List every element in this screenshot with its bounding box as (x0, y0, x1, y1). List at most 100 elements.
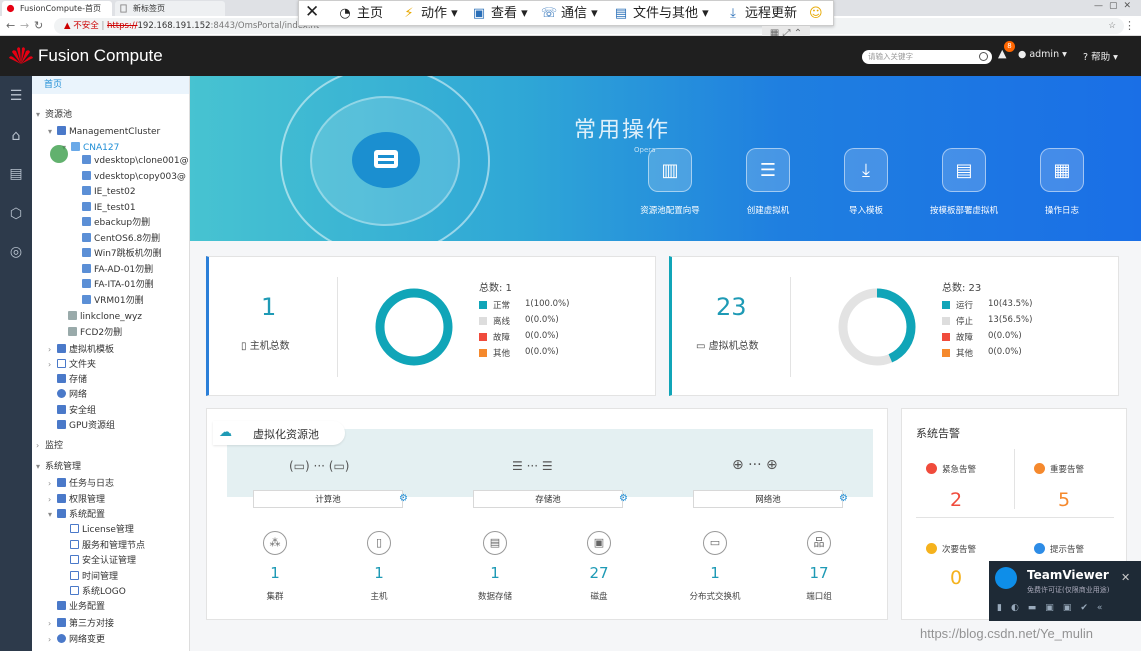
tree-gpu[interactable]: GPU资源组 (57, 419, 115, 434)
host-icon[interactable]: ▯ (367, 531, 391, 555)
compute-pool-tag[interactable]: 计算池 (253, 490, 403, 508)
tree-vm-item[interactable]: ebackup勿删 (82, 216, 150, 231)
datastore-icon[interactable]: ▤ (483, 531, 507, 555)
tree-task-log[interactable]: › 任务与日志 (48, 476, 114, 491)
action-deploy-from-template[interactable]: ▤ 按模板部署虚拟机 (919, 148, 1009, 216)
portgroup-icon[interactable]: 品 (807, 531, 831, 555)
legend-swatch (942, 317, 950, 325)
info-alarm-label[interactable]: 提示告警 (1034, 543, 1084, 555)
files-button[interactable]: ▤ 文件与其他 ▾ (611, 5, 709, 23)
star-icon[interactable]: ☆ (1108, 18, 1116, 34)
cube-icon[interactable]: ⬡ (6, 204, 26, 224)
tree-config-item[interactable]: 安全认证管理 (70, 554, 136, 569)
gear-icon[interactable]: ⚙ (399, 493, 408, 504)
tree-linked-clone[interactable]: linkclone_wyz (68, 310, 142, 325)
app-logo: Fusion Compute (8, 45, 163, 66)
home-icon[interactable]: ⌂ (6, 126, 26, 146)
minor-alarm-count[interactable]: 0 (950, 567, 962, 589)
action-button[interactable]: ⚡ 动作 ▾ (399, 5, 457, 23)
tree-vm-item[interactable]: IE_test01 (82, 201, 136, 216)
tree-monitor[interactable]: › 监控 (36, 438, 63, 453)
tree-config-item[interactable]: 系统LOGO (70, 585, 126, 600)
major-alarm-label[interactable]: 重要告警 (1034, 463, 1084, 475)
pool-item-count[interactable]: 17 (799, 564, 839, 582)
search-icon[interactable] (979, 52, 988, 61)
tree-vm-item[interactable]: CentOS6.8勿删 (82, 232, 160, 247)
tree-vm-item[interactable]: FA-ITA-01勿删 (82, 278, 154, 293)
critical-alarm-label[interactable]: 紧急告警 (926, 463, 976, 475)
tree-config-item[interactable]: 服务和管理节点 (70, 539, 145, 554)
teamviewer-license: 免费许可证(仅限商业用途) (1027, 586, 1110, 594)
tree-config-item[interactable]: 时间管理 (70, 570, 118, 585)
tree-folder[interactable]: › 文件夹 (48, 357, 96, 372)
tree-config-item[interactable]: License管理 (70, 523, 134, 538)
back-icon[interactable]: ← (6, 19, 15, 32)
tree-storage[interactable]: 存储 (57, 373, 87, 388)
close-icon[interactable]: ✕ (305, 3, 319, 21)
disk-icon[interactable]: ▣ (587, 531, 611, 555)
tree-vm-template[interactable]: › 虚拟机模板 (48, 342, 114, 357)
tree-linked-clone[interactable]: FCD2勿删 (68, 326, 122, 341)
tree-permission[interactable]: › 权限管理 (48, 492, 105, 507)
gear-icon[interactable]: ⚙ (839, 493, 848, 504)
pool-item-count[interactable]: 1 (695, 564, 735, 582)
insecure-label: 不安全 (73, 21, 99, 31)
tree-security-group[interactable]: 安全组 (57, 404, 96, 419)
action-create-vm[interactable]: ☰ 创建虚拟机 (723, 148, 813, 216)
gear-icon[interactable]: ⚙ (619, 493, 628, 504)
home-button[interactable]: ◔ 主页 (335, 5, 383, 23)
vm-icon (82, 279, 91, 288)
list-icon[interactable]: ☰ (6, 86, 26, 106)
update-button[interactable]: ⤓ 远程更新 (723, 5, 797, 23)
sidebar-home[interactable]: 首页 (32, 76, 189, 94)
network-pool-tag[interactable]: 网络池 (693, 490, 843, 508)
tree-system-config[interactable]: ▾ 系统配置 (48, 507, 105, 522)
tree-vm-item[interactable]: vdesktop\clone001@ (82, 154, 189, 169)
smiley-icon[interactable]: ☺ (809, 5, 823, 23)
monitor-icon[interactable]: ▤ (6, 164, 26, 184)
action-pool-wizard[interactable]: ▥ 资源池配置向导 (625, 148, 715, 216)
menu-icon[interactable]: ⋮ (1124, 19, 1135, 32)
close-icon[interactable]: ✕ (1121, 571, 1130, 584)
tree-host[interactable]: ▾CNA127 (62, 140, 119, 155)
browser-tab-active[interactable]: FusionCompute-首页 (2, 1, 112, 16)
tree-business-config[interactable]: 业务配置 (57, 600, 105, 615)
tree-resource-pool[interactable]: ▾ 资源池 (36, 107, 72, 122)
critical-alarm-count[interactable]: 2 (950, 489, 962, 511)
switch-icon[interactable]: ▭ (703, 531, 727, 555)
pool-item-count[interactable]: 1 (255, 564, 295, 582)
storage-pool-tag[interactable]: 存储池 (473, 490, 623, 508)
tree-vm-item[interactable]: IE_test02 (82, 185, 136, 200)
browser-tab-new[interactable]: 新标签页 (115, 1, 225, 16)
teamviewer-toolbar[interactable]: ▮◐▬▣▣✔« (997, 603, 1111, 613)
action-import-template[interactable]: ⤓ 导入模板 (821, 148, 911, 216)
pool-item-count[interactable]: 1 (359, 564, 399, 582)
host-total: 1 (261, 293, 277, 321)
view-button[interactable]: ▣ 查看 ▾ (469, 5, 528, 23)
tree-third-party[interactable]: › 第三方对接 (48, 616, 114, 631)
tree-cluster[interactable]: ▾ ManagementCluster (48, 124, 160, 139)
tree-system-management[interactable]: ▾ 系统管理 (36, 459, 81, 474)
help-menu[interactable]: ? 帮助 ▾ (1083, 49, 1118, 63)
tree-vm-item[interactable]: Win7跳板机勿删 (82, 247, 162, 262)
pool-item-count[interactable]: 1 (475, 564, 515, 582)
tree-vm-item[interactable]: vdesktop\copy003@ (82, 170, 186, 185)
tree-network-change[interactable]: › 网络变更 (48, 632, 105, 647)
major-alarm-count[interactable]: 5 (1058, 489, 1070, 511)
vm-icon (82, 248, 91, 257)
pool-item-count[interactable]: 27 (579, 564, 619, 582)
comm-button[interactable]: ☏ 通信 ▾ (539, 5, 598, 23)
tree-vm-item[interactable]: VRM01勿删 (82, 294, 144, 309)
reload-icon[interactable]: ↻ (34, 19, 43, 32)
forward-icon[interactable]: → (20, 19, 29, 32)
cluster-icon[interactable]: ⁂ (263, 531, 287, 555)
window-controls[interactable]: —▢✕ (1094, 1, 1137, 11)
action-operation-log[interactable]: ▦ 操作日志 (1017, 148, 1107, 216)
search-input[interactable]: 请输入关键字 (862, 50, 992, 64)
vm-icon (82, 217, 91, 226)
minor-alarm-label[interactable]: 次要告警 (926, 543, 976, 555)
tree-network[interactable]: 网络 (57, 388, 87, 403)
tree-vm-item[interactable]: FA-AD-01勿删 (82, 263, 153, 278)
user-menu[interactable]: ● admin ▾ (1018, 49, 1067, 60)
settings-icon[interactable]: ◎ (6, 242, 26, 262)
